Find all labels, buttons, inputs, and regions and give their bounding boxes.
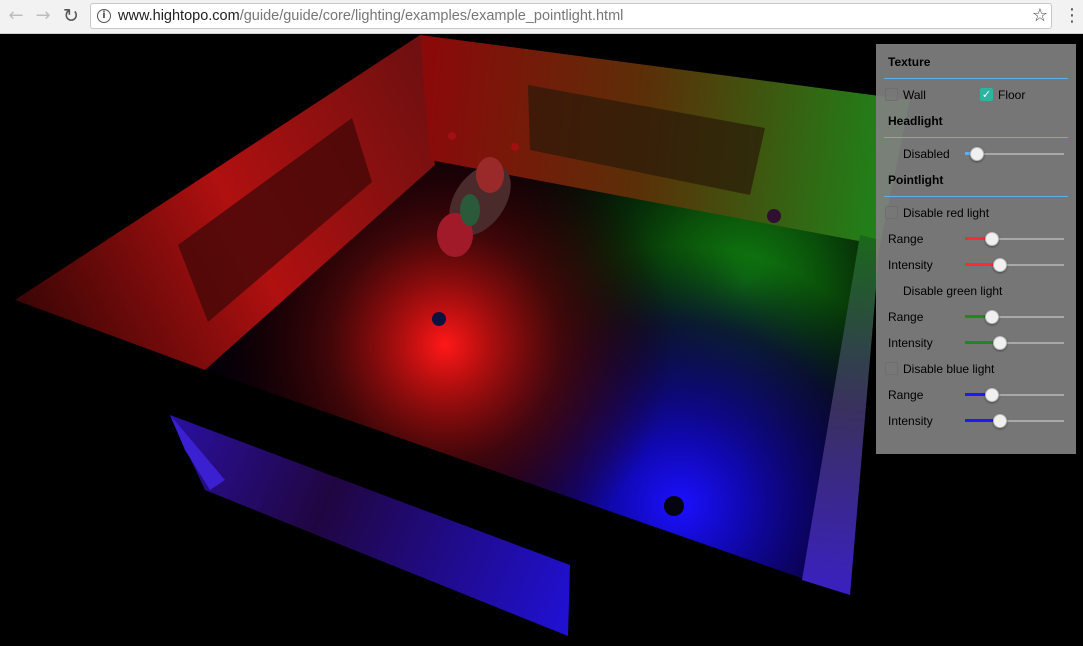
green-range-label: Range — [888, 310, 924, 324]
slider-thumb[interactable] — [992, 336, 1007, 350]
red-light-source — [432, 312, 446, 326]
red-intensity-slider[interactable] — [965, 258, 1064, 272]
blue-range-label: Range — [888, 388, 924, 402]
slider-thumb[interactable] — [992, 258, 1007, 272]
slider-thumb[interactable] — [984, 388, 999, 402]
green-light-source — [767, 209, 781, 223]
headlight-disabled-label: Disabled — [903, 147, 950, 161]
info-icon[interactable]: i — [97, 9, 111, 23]
wall-checkbox[interactable] — [885, 88, 898, 101]
headlight-disabled-checkbox[interactable] — [885, 147, 898, 160]
url-text[interactable]: www.hightopo.com/guide/guide/core/lighti… — [118, 8, 623, 24]
slider-thumb[interactable] — [969, 147, 984, 161]
disable-red-light-checkbox[interactable] — [885, 206, 898, 219]
disable-blue-light-checkbox[interactable] — [885, 362, 898, 375]
green-intensity-slider[interactable] — [965, 336, 1064, 350]
slider-thumb[interactable] — [984, 232, 999, 246]
disable-green-light-label: Disable green light — [903, 284, 1003, 298]
disable-red-light-label: Disable red light — [903, 206, 990, 220]
disable-blue-light-label: Disable blue light — [903, 362, 995, 376]
slider-thumb[interactable] — [992, 414, 1007, 428]
divider — [884, 196, 1068, 197]
blue-intensity-label: Intensity — [888, 414, 933, 428]
divider — [884, 137, 1068, 138]
red-range-slider[interactable] — [965, 232, 1064, 246]
red-intensity-label: Intensity — [888, 258, 933, 272]
headlight-slider[interactable] — [965, 147, 1064, 161]
slider-thumb[interactable] — [984, 310, 999, 324]
texture-section-title: Texture — [888, 55, 931, 69]
url-host: www.hightopo.com — [118, 8, 240, 24]
blue-light-source — [664, 496, 684, 516]
floor-label: Floor — [998, 88, 1026, 102]
menu-dots-icon[interactable]: ⋮ — [1063, 5, 1081, 27]
green-range-slider[interactable] — [965, 310, 1064, 324]
back-arrow-icon[interactable]: ← — [5, 5, 27, 27]
url-path: /guide/guide/core/lighting/examples/exam… — [239, 8, 624, 24]
green-intensity-label: Intensity — [888, 336, 933, 350]
address-bar[interactable]: i www.hightopo.com/guide/guide/core/ligh… — [90, 3, 1052, 29]
pointlight-section-title: Pointlight — [888, 173, 944, 187]
blue-range-slider[interactable] — [965, 388, 1064, 402]
forward-arrow-icon[interactable]: → — [32, 5, 54, 27]
floor-checkbox[interactable]: ✓ — [980, 88, 993, 101]
headlight-section-title: Headlight — [888, 114, 943, 128]
disable-green-light-checkbox[interactable] — [885, 284, 898, 297]
divider — [884, 78, 1068, 79]
browser-toolbar: ← → ↻ i www.hightopo.com/guide/guide/cor… — [0, 0, 1083, 34]
control-panel: Texture Wall ✓ Floor Headlight Disabled … — [876, 44, 1076, 454]
red-range-label: Range — [888, 232, 924, 246]
blue-intensity-slider[interactable] — [965, 414, 1064, 428]
bookmark-star-icon[interactable]: ☆ — [1032, 5, 1048, 26]
reload-icon[interactable]: ↻ — [60, 5, 82, 27]
wall-label: Wall — [903, 88, 926, 102]
